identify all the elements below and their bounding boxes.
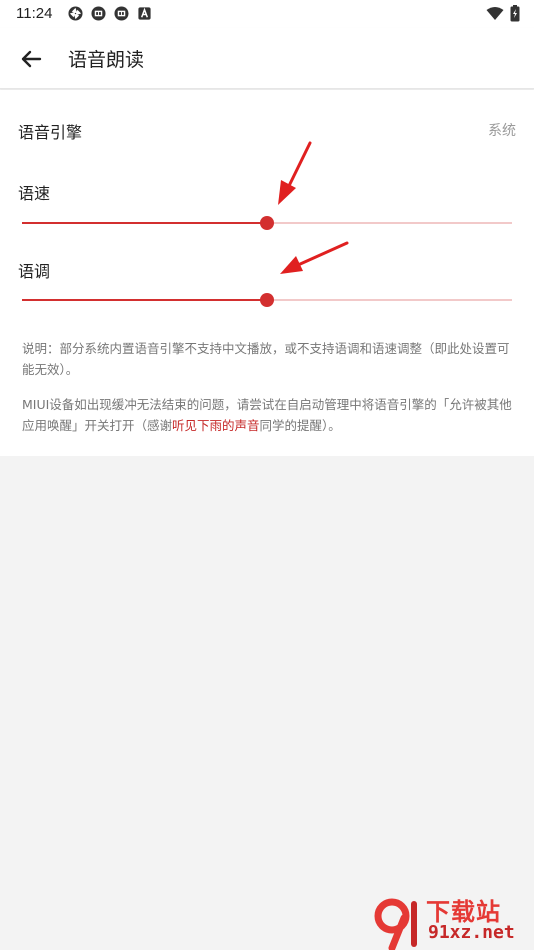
app-notification-icon: [114, 6, 129, 21]
pitch-label: 语调: [18, 262, 51, 281]
watermark-url: 91xz.net: [428, 922, 515, 943]
settings-panel: 语音引擎 系统 语速 语调 说明：部分系统内置语音引擎不支持中文播放，或不支持语…: [0, 90, 534, 456]
slider-thumb[interactable]: [260, 293, 274, 307]
back-button[interactable]: [16, 44, 46, 74]
speed-slider[interactable]: [22, 211, 512, 235]
speed-label: 语速: [18, 184, 51, 203]
note-text-2-part: 同学的提醒）。: [259, 418, 341, 433]
status-bar: 11:24: [0, 0, 534, 28]
wifi-icon: [486, 6, 504, 20]
tts-engine-row[interactable]: 语音引擎 系统: [0, 110, 534, 150]
note-text-1: 说明：部分系统内置语音引擎不支持中文播放，或不支持语调和语速调整（即此处设置可能…: [22, 341, 510, 377]
note-text-2: MIUI设备如出现缓冲无法结束的问题，请尝试在自启动管理中将语音引擎的「允许被其…: [22, 394, 512, 436]
battery-charging-icon: [510, 5, 520, 22]
a-text-icon: [138, 7, 151, 20]
slider-thumb[interactable]: [260, 216, 274, 230]
status-time: 11:24: [16, 5, 53, 22]
aperture-icon: [68, 6, 83, 21]
credited-user-name: 听见下雨的声音: [172, 418, 260, 433]
app-bar: 语音朗读: [0, 28, 534, 89]
tts-engine-value: 系统: [488, 123, 516, 139]
arrow-left-icon: [21, 50, 42, 68]
site-logo-icon: [374, 898, 417, 950]
status-icons-right: [486, 5, 520, 22]
pitch-slider[interactable]: [22, 288, 512, 312]
site-watermark: 下载站 91xz.net: [370, 890, 530, 950]
slider-fill: [22, 222, 267, 224]
slider-fill: [22, 299, 267, 301]
status-icons-left: [68, 6, 152, 21]
tts-engine-label: 语音引擎: [18, 123, 83, 142]
app-notification-icon: [91, 6, 106, 21]
page-title: 语音朗读: [68, 49, 145, 71]
